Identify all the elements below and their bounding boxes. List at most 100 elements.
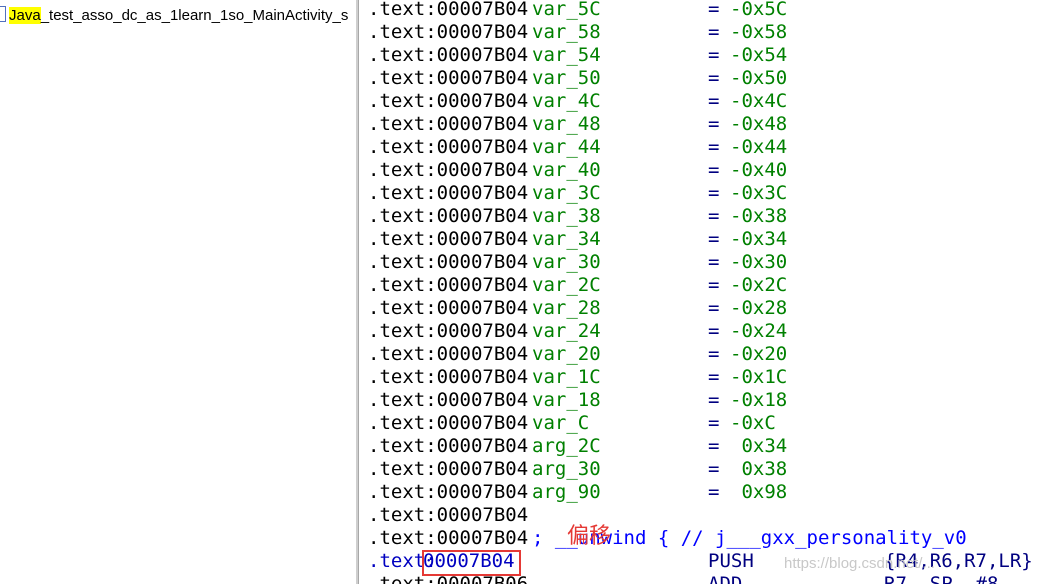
equals-sign: = xyxy=(708,274,720,296)
equals-sign: = xyxy=(708,343,720,365)
stack-var-name: arg_90 xyxy=(532,481,601,503)
stack-var-offset: -0x4C xyxy=(730,90,788,112)
stack-var-name: var_34 xyxy=(532,228,601,250)
stack-var-offset: -0x34 xyxy=(730,228,788,250)
stack-var-name: var_24 xyxy=(532,320,601,342)
stack-var-name: var_38 xyxy=(532,205,601,227)
segment-address: .text:00007B04 xyxy=(368,90,529,112)
equals-sign: = xyxy=(708,320,720,342)
equals-sign: = xyxy=(708,136,720,158)
stack-var-offset: -0x28 xyxy=(730,297,788,319)
segment-address: .text:00007B04 xyxy=(368,527,529,549)
instruction-operands: R7, SP, #8 xyxy=(884,573,999,584)
stack-var-offset: 0x34 xyxy=(730,435,788,457)
stack-var-name: var_48 xyxy=(532,113,601,135)
disassembly-view[interactable]: .text:00007B04 var_5C = -0x5C .text:00007B04… xyxy=(359,0,1044,584)
segment-address: .text:00007B04 xyxy=(368,412,529,434)
disasm-line-add[interactable]: .text:00007B06 ADD R7, SP, #8 xyxy=(368,573,998,584)
stack-var-offset: -0x18 xyxy=(730,389,788,411)
segment-address: .text:00007B04 xyxy=(368,0,529,20)
stack-var-name: var_58 xyxy=(532,21,601,43)
stack-var-name: var_C xyxy=(532,412,590,434)
stack-var-name: var_3C xyxy=(532,182,601,204)
stack-var-offset: -0x58 xyxy=(730,21,788,43)
stack-var-name: var_2C xyxy=(532,274,601,296)
segment-address: .text:00007B04 xyxy=(368,481,529,503)
function-list-item[interactable]: Java_test_asso_dc_as_1learn_1so_MainActi… xyxy=(0,6,356,28)
function-name-highlight: Java xyxy=(9,7,41,24)
stack-var-name: var_50 xyxy=(532,67,601,89)
instruction-mnemonic: PUSH xyxy=(708,550,754,572)
equals-sign: = xyxy=(708,435,720,457)
segment-address: .text:00007B04 xyxy=(368,504,529,526)
disasm-line-unwind[interactable]: .text:00007B04 ; __unwind { // j___gxx_p… xyxy=(368,527,967,550)
stack-var-offset: -0x3C xyxy=(730,182,788,204)
stack-var-name: var_40 xyxy=(532,159,601,181)
stack-var-name: var_20 xyxy=(532,343,601,365)
instruction-mnemonic: ADD xyxy=(708,573,743,584)
equals-sign: = xyxy=(708,412,720,434)
segment-address: .text:00007B04 xyxy=(368,366,529,388)
segment-address: .text:00007B04 xyxy=(368,251,529,273)
segment-address: .text:00007B04 xyxy=(368,274,529,296)
segment-address: .text:00007B04 xyxy=(368,67,529,89)
stack-var-offset: -0x48 xyxy=(730,113,788,135)
segment-address: .text:00007B04 xyxy=(368,159,529,181)
segment-address: .text:00007B04 xyxy=(368,44,529,66)
stack-var-name: var_4C xyxy=(532,90,601,112)
segment-address: .text:00007B04 xyxy=(368,21,529,43)
equals-sign: = xyxy=(708,205,720,227)
segment-address: .text:00007B04 xyxy=(368,458,529,480)
stack-var-offset: -0x20 xyxy=(730,343,788,365)
disasm-line-blank[interactable]: .text:00007B04 xyxy=(368,504,528,527)
segment-address: .text:00007B04 xyxy=(368,389,529,411)
stack-var-offset: -0x24 xyxy=(730,320,788,342)
stack-var-offset: 0x38 xyxy=(730,458,788,480)
stack-var-offset: -0x2C xyxy=(730,274,788,296)
equals-sign: = xyxy=(708,21,720,43)
segment-address: .text:00007B04 xyxy=(368,228,529,250)
offset-highlight-box xyxy=(422,550,521,576)
stack-var-name: arg_2C xyxy=(532,435,601,457)
watermark: https://blog.csdn.net/... xyxy=(784,555,935,572)
segment-address: .text:00007B04 xyxy=(368,113,529,135)
equals-sign: = xyxy=(708,182,720,204)
stack-var-offset: -0x50 xyxy=(730,67,788,89)
segment-address: .text:00007B04 xyxy=(368,205,529,227)
stack-var-offset: -0x5C xyxy=(730,0,788,20)
segment-address: .text:00007B04 xyxy=(368,435,529,457)
segment-address: .text:00007B04 xyxy=(368,182,529,204)
segment-address: .text:00007B04 xyxy=(368,320,529,342)
equals-sign: = xyxy=(708,251,720,273)
stack-var-offset: -0xC xyxy=(730,412,776,434)
stack-var-offset: -0x40 xyxy=(730,159,788,181)
stack-var-offset: -0x54 xyxy=(730,44,788,66)
stack-var-offset: -0x44 xyxy=(730,136,788,158)
stack-var-name: var_28 xyxy=(532,297,601,319)
stack-var-name: var_5C xyxy=(532,0,601,20)
segment-address: .text:00007B04 xyxy=(368,136,529,158)
equals-sign: = xyxy=(708,366,720,388)
equals-sign: = xyxy=(708,481,720,503)
equals-sign: = xyxy=(708,458,720,480)
stack-var-offset: -0x38 xyxy=(730,205,788,227)
offset-annotation: 偏移 xyxy=(567,524,612,549)
segment-address: .text:00007B04 xyxy=(368,343,529,365)
function-icon xyxy=(0,6,6,22)
stack-var-offset: 0x98 xyxy=(730,481,788,503)
stack-var-name: var_44 xyxy=(532,136,601,158)
function-name-rest: _test_asso_dc_as_1learn_1so_MainActivity… xyxy=(40,7,349,24)
stack-var-name: var_18 xyxy=(532,389,601,411)
segment-address: .text:00007B04 xyxy=(368,297,529,319)
function-list-pane[interactable]: Java_test_asso_dc_as_1learn_1so_MainActi… xyxy=(0,0,356,584)
equals-sign: = xyxy=(708,297,720,319)
equals-sign: = xyxy=(708,67,720,89)
stack-var-name: var_1C xyxy=(532,366,601,388)
stack-var-offset: -0x1C xyxy=(730,366,788,388)
equals-sign: = xyxy=(708,159,720,181)
disasm-line-push[interactable]: .text: 00007B04 PUSH {R4,R6,R7,LR} xyxy=(368,550,1033,573)
stack-var-name: var_54 xyxy=(532,44,601,66)
equals-sign: = xyxy=(708,90,720,112)
stack-var-name: var_30 xyxy=(532,251,601,273)
stack-var-offset: -0x30 xyxy=(730,251,788,273)
